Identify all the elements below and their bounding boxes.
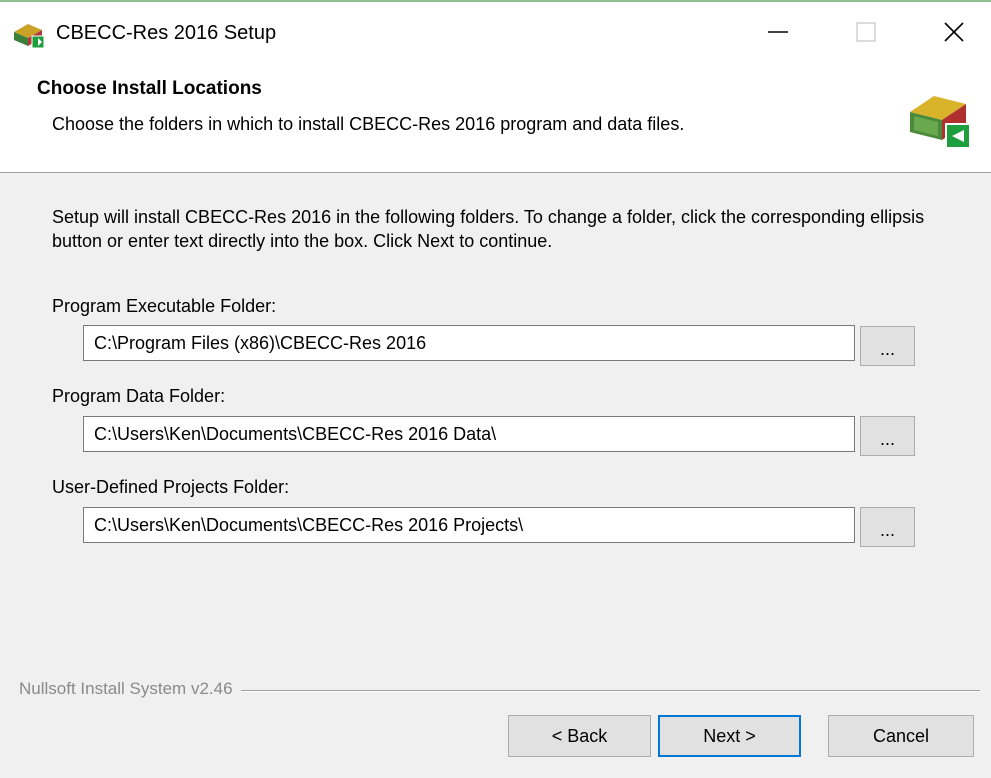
program-data-folder-label: Program Data Folder: xyxy=(52,386,226,406)
user-projects-folder-label: User-Defined Projects Folder: xyxy=(52,477,290,497)
close-icon xyxy=(943,21,965,48)
program-executable-folder-input[interactable]: C:\Program Files (x86)\CBECC-Res 2016 xyxy=(83,325,855,361)
back-button[interactable]: < Back xyxy=(508,715,651,757)
program-data-folder-input[interactable]: C:\Users\Ken\Documents\CBECC-Res 2016 Da… xyxy=(83,416,855,452)
close-button[interactable] xyxy=(924,6,984,62)
instructions-text: Setup will install CBECC-Res 2016 in the… xyxy=(52,207,925,251)
user-projects-folder-browse-button[interactable]: ... xyxy=(860,507,915,547)
program-executable-folder-browse-button[interactable]: ... xyxy=(860,326,915,366)
next-button[interactable]: Next > xyxy=(658,715,801,757)
page-header: Choose Install Locations Choose the fold… xyxy=(0,62,991,173)
cancel-button[interactable]: Cancel xyxy=(828,715,974,757)
installer-house-arrow-icon xyxy=(904,90,974,152)
user-projects-folder-input[interactable]: C:\Users\Ken\Documents\CBECC-Res 2016 Pr… xyxy=(83,507,855,543)
program-data-folder-browse-button[interactable]: ... xyxy=(860,416,915,456)
minimize-icon xyxy=(767,21,789,48)
maximize-icon xyxy=(855,21,877,48)
nsis-branding-text: Nullsoft Install System v2.46 xyxy=(19,679,241,699)
maximize-button[interactable] xyxy=(836,6,896,62)
page-subtitle: Choose the folders in which to install C… xyxy=(52,114,685,134)
installer-house-icon xyxy=(12,22,46,49)
minimize-button[interactable] xyxy=(748,6,808,62)
title-bar[interactable]: CBECC-Res 2016 Setup xyxy=(0,6,991,62)
installer-window: CBECC-Res 2016 Setup Choose Install Loca… xyxy=(0,0,991,778)
window-title: CBECC-Res 2016 Setup xyxy=(56,22,277,44)
program-executable-folder-label: Program Executable Folder: xyxy=(52,296,277,316)
page-title: Choose Install Locations xyxy=(37,78,262,99)
